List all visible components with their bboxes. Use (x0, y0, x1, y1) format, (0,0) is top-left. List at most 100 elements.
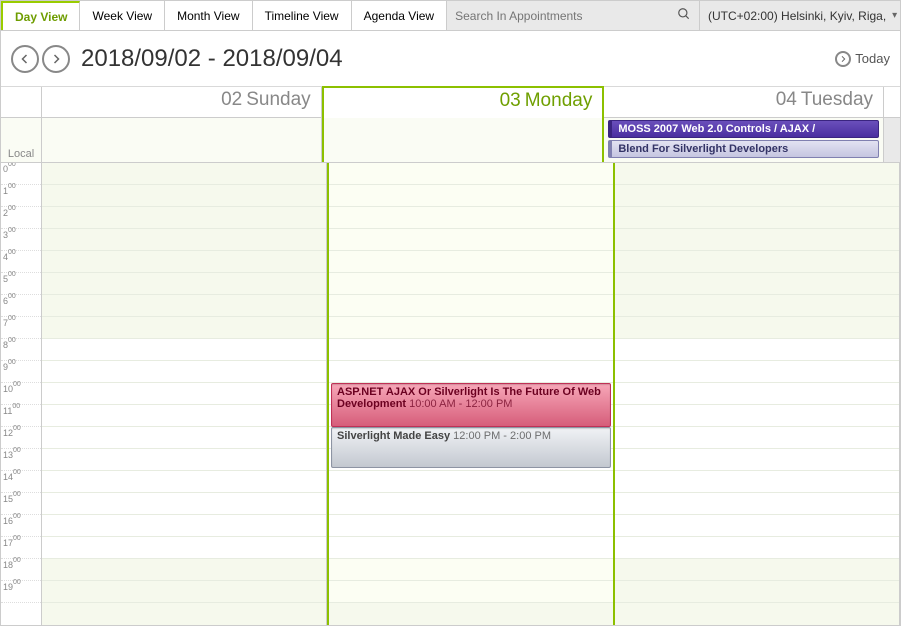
timezone-select[interactable]: (UTC+02:00) Helsinki, Kyiv, Riga, ▾ (700, 1, 900, 30)
time-slot[interactable] (615, 449, 899, 471)
column-num: 03 (500, 90, 521, 112)
time-slot[interactable] (615, 163, 899, 185)
time-slot[interactable] (329, 339, 613, 361)
time-slot[interactable] (42, 493, 326, 515)
time-slot[interactable] (615, 493, 899, 515)
time-slot[interactable] (329, 471, 613, 493)
tab-month-view[interactable]: Month View (165, 1, 252, 30)
tab-day-view[interactable]: Day View (1, 1, 80, 30)
time-slot[interactable] (615, 405, 899, 427)
time-slot[interactable] (615, 559, 899, 581)
search-icon[interactable] (677, 7, 691, 24)
time-slot[interactable] (42, 537, 326, 559)
time-slot[interactable] (329, 537, 613, 559)
time-label: 1500 (1, 493, 41, 515)
time-slot[interactable] (615, 273, 899, 295)
nav-header: 2018/09/02 - 2018/09/04 Today (1, 31, 900, 87)
all-day-appointment[interactable]: Blend For Silverlight Developers (608, 140, 879, 158)
time-slot[interactable] (329, 581, 613, 603)
appointment-time: 12:00 PM - 2:00 PM (453, 430, 551, 442)
time-slot[interactable] (329, 493, 613, 515)
all-day-appointment[interactable]: MOSS 2007 Web 2.0 Controls / AJAX / (608, 120, 879, 138)
time-slot[interactable] (615, 339, 899, 361)
time-slot[interactable] (42, 383, 326, 405)
day-col-monday[interactable]: ASP.NET AJAX Or Silverlight Is The Futur… (327, 163, 615, 625)
time-slot[interactable] (329, 251, 613, 273)
all-day-gutter: Local (1, 118, 42, 162)
time-label: 500 (1, 273, 41, 295)
time-label: 1700 (1, 537, 41, 559)
time-slot[interactable] (615, 361, 899, 383)
all-day-col-tuesday[interactable]: MOSS 2007 Web 2.0 Controls / AJAX / Blen… (604, 118, 884, 162)
time-label: 1200 (1, 427, 41, 449)
time-slot[interactable] (329, 295, 613, 317)
today-label: Today (855, 51, 890, 66)
time-label: 1800 (1, 559, 41, 581)
time-slot[interactable] (42, 427, 326, 449)
time-label: 1000 (1, 383, 41, 405)
time-slot[interactable] (329, 515, 613, 537)
time-slot[interactable] (42, 559, 326, 581)
column-header-tuesday[interactable]: 04 Tuesday (604, 87, 884, 117)
time-slot[interactable] (615, 207, 899, 229)
tab-agenda-view[interactable]: Agenda View (352, 1, 448, 30)
time-slot[interactable] (329, 273, 613, 295)
time-label: 1100 (1, 405, 41, 427)
tab-label: Agenda View (364, 9, 435, 23)
column-dow: Tuesday (801, 89, 873, 111)
time-slot[interactable] (42, 163, 326, 185)
time-label: 400 (1, 251, 41, 273)
day-col-sunday[interactable] (42, 163, 327, 625)
time-slot[interactable] (42, 339, 326, 361)
date-range: 2018/09/02 - 2018/09/04 (81, 45, 343, 73)
time-slot[interactable] (615, 581, 899, 603)
time-slot[interactable] (615, 185, 899, 207)
time-slot[interactable] (42, 361, 326, 383)
time-slot[interactable] (42, 449, 326, 471)
tab-timeline-view[interactable]: Timeline View (253, 1, 352, 30)
time-slot[interactable] (615, 537, 899, 559)
column-header-monday[interactable]: 03 Monday (322, 86, 605, 118)
time-slot[interactable] (42, 581, 326, 603)
time-slot[interactable] (42, 185, 326, 207)
time-slot[interactable] (615, 383, 899, 405)
time-slot[interactable] (329, 229, 613, 251)
time-grid[interactable]: 0001002003004005006007008009001000110012… (1, 163, 900, 625)
time-slot[interactable] (615, 229, 899, 251)
time-label: 900 (1, 361, 41, 383)
next-button[interactable] (42, 45, 70, 73)
time-slot[interactable] (615, 515, 899, 537)
time-slot[interactable] (42, 295, 326, 317)
time-slot[interactable] (42, 273, 326, 295)
time-slot[interactable] (329, 163, 613, 185)
time-slot[interactable] (42, 515, 326, 537)
tab-week-view[interactable]: Week View (80, 1, 165, 30)
search-input[interactable] (455, 9, 677, 23)
prev-button[interactable] (11, 45, 39, 73)
time-slot[interactable] (329, 361, 613, 383)
appointment-title: Silverlight Made Easy (337, 430, 450, 442)
time-slot[interactable] (615, 295, 899, 317)
appointment[interactable]: Silverlight Made Easy 12:00 PM - 2:00 PM (331, 427, 611, 468)
time-gutter: 0001002003004005006007008009001000110012… (1, 163, 42, 625)
time-slot[interactable] (42, 405, 326, 427)
time-slot[interactable] (329, 317, 613, 339)
time-slot[interactable] (329, 185, 613, 207)
time-slot[interactable] (615, 471, 899, 493)
time-slot[interactable] (42, 251, 326, 273)
time-slot[interactable] (42, 207, 326, 229)
time-slot[interactable] (42, 229, 326, 251)
all-day-col-sunday[interactable] (42, 118, 322, 162)
time-slot[interactable] (42, 471, 326, 493)
time-slot[interactable] (329, 559, 613, 581)
day-col-tuesday[interactable]: Building Office Applications (615, 163, 900, 625)
column-header-sunday[interactable]: 02 Sunday (42, 87, 322, 117)
time-slot[interactable] (615, 427, 899, 449)
all-day-col-monday[interactable] (322, 118, 605, 162)
time-slot[interactable] (615, 317, 899, 339)
time-slot[interactable] (42, 317, 326, 339)
time-slot[interactable] (615, 251, 899, 273)
appointment[interactable]: ASP.NET AJAX Or Silverlight Is The Futur… (331, 383, 611, 427)
time-slot[interactable] (329, 207, 613, 229)
today-button[interactable]: Today (835, 51, 890, 67)
